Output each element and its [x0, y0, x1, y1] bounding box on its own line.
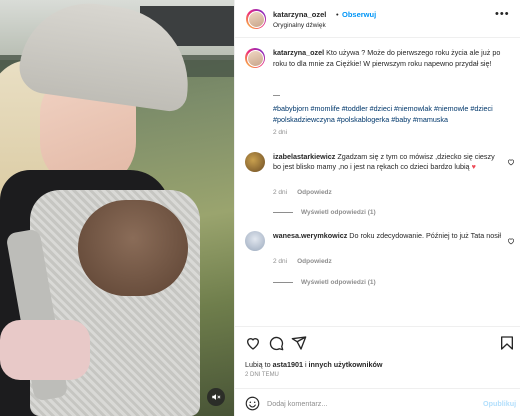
comment-timestamp[interactable]: 2 dni [273, 258, 287, 265]
commenter-avatar[interactable] [245, 231, 265, 251]
follow-button[interactable]: Obserwuj [342, 10, 376, 19]
share-icon[interactable] [291, 335, 307, 351]
more-icon[interactable]: ••• [495, 8, 510, 20]
show-replies-label: Wyświetl odpowiedzi (1) [301, 279, 376, 286]
replies-divider [273, 281, 293, 283]
likes-others-link[interactable]: innych użytkowników [309, 360, 383, 369]
caption-hashtags[interactable]: #babybjorn #momlife #toddler #dzieci #ni… [273, 104, 513, 125]
comment-input[interactable] [267, 395, 467, 411]
audio-label[interactable]: Oryginalny dźwięk [273, 22, 326, 29]
emoji-icon[interactable] [245, 396, 260, 411]
sound-off-icon [212, 394, 221, 400]
commenter-username[interactable]: wanesa.werymkowicz [273, 231, 347, 240]
commenter-username[interactable]: izabelastarkiewicz [273, 152, 335, 161]
heart-icon[interactable] [245, 335, 261, 351]
publish-comment-button[interactable]: Opublikuj [483, 399, 516, 408]
comment-icon[interactable] [268, 335, 284, 351]
comment-text: izabelastarkiewicz Zgadzam się z tym co … [273, 152, 501, 172]
caption-text: katarzyna_ozel Kto używa ? Może do pierw… [273, 48, 513, 69]
likes-prefix: Lubią to [245, 360, 273, 369]
video-baby-head [78, 200, 188, 296]
post-actions [235, 326, 520, 356]
post-timestamp[interactable]: 2 DNI TEMU [245, 372, 279, 378]
caption-timestamp[interactable]: 2 dni [273, 129, 287, 136]
replies-divider [273, 211, 293, 213]
comment-like-icon[interactable] [507, 237, 515, 245]
likes-summary: Lubią to asta1901 i innych użytkowników [245, 360, 382, 369]
show-replies-button[interactable]: Wyświetl odpowiedzi (1) [273, 279, 376, 286]
commenter-avatar[interactable] [245, 152, 265, 172]
post-header: katarzyna_ozel • Obserwuj Oryginalny dźw… [235, 0, 520, 38]
comment-meta: 2 dni Odpowiedz [273, 258, 332, 265]
heart-emoji: ♥ [471, 162, 476, 171]
show-replies-label: Wyświetl odpowiedzi (1) [301, 209, 376, 216]
comment-like-icon[interactable] [507, 158, 515, 166]
author-avatar[interactable] [246, 9, 266, 29]
comment-text: wanesa.werymkowicz Do roku zdecydowanie.… [273, 231, 501, 241]
show-replies-button[interactable]: Wyświetl odpowiedzi (1) [273, 209, 376, 216]
comment-timestamp[interactable]: 2 dni [273, 189, 287, 196]
separator-dot: • [336, 10, 339, 19]
add-comment-bar: Opublikuj [235, 388, 520, 416]
caption-avatar[interactable] [245, 48, 265, 68]
liker-username[interactable]: asta1901 [273, 360, 303, 369]
post-details-panel: katarzyna_ozel • Obserwuj Oryginalny dźw… [234, 0, 520, 416]
post-video[interactable] [0, 0, 234, 416]
caption-username[interactable]: katarzyna_ozel [273, 48, 324, 57]
video-baby-sleeve [0, 320, 90, 380]
author-username[interactable]: katarzyna_ozel [273, 10, 326, 19]
bookmark-icon[interactable] [499, 335, 515, 351]
caption-separator: — [273, 92, 280, 99]
comment-body: Do roku zdecydowanie. Później to już Tat… [347, 231, 501, 240]
sound-off-button[interactable] [207, 388, 225, 406]
reply-button[interactable]: Odpowiedz [297, 258, 332, 265]
reply-button[interactable]: Odpowiedz [297, 189, 332, 196]
comment-meta: 2 dni Odpowiedz [273, 189, 332, 196]
